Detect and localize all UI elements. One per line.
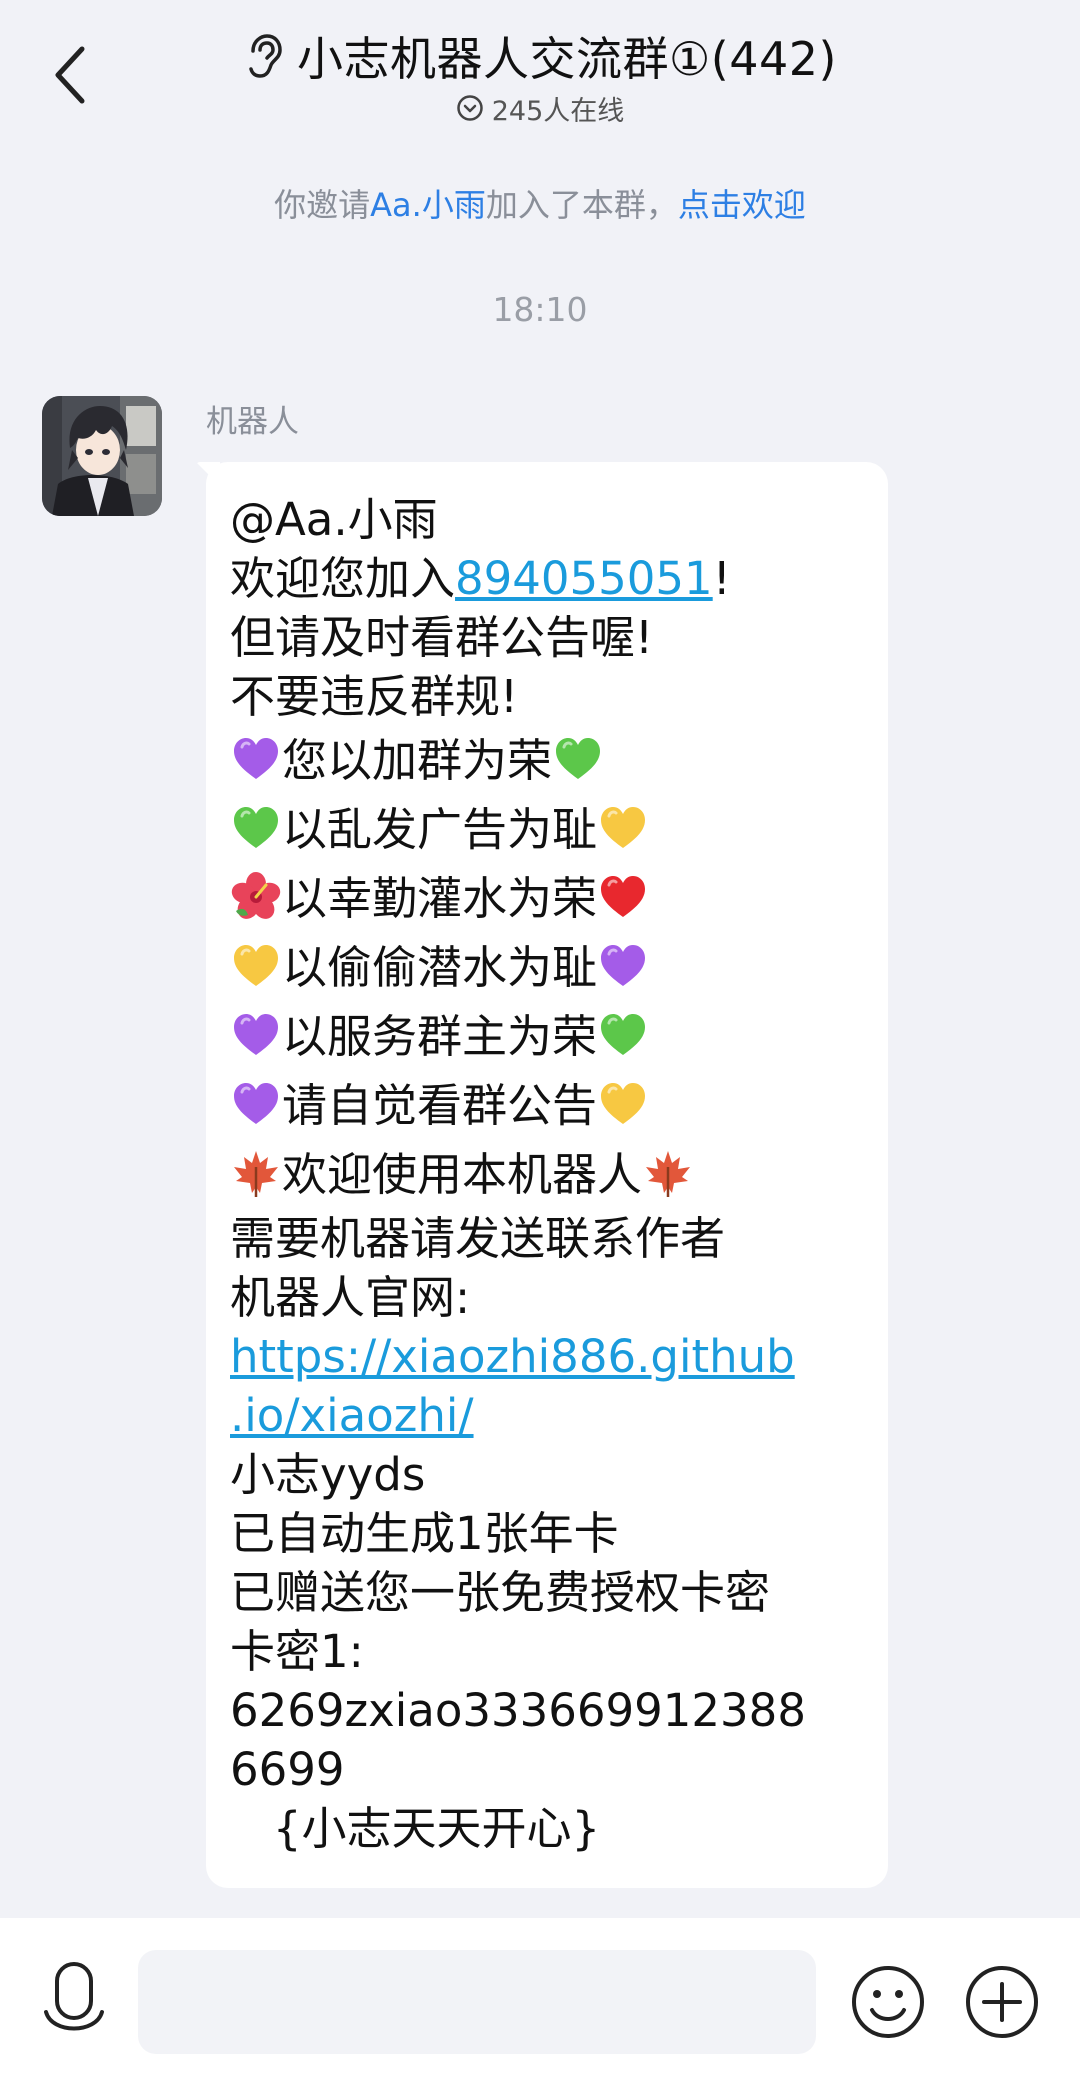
invited-user-link[interactable]: Aa.小雨 (370, 186, 486, 224)
rule-line: 您以加群为荣 (230, 726, 864, 795)
chat-header: 小志机器人交流群①(442) 245人在线 (0, 0, 1080, 150)
online-status[interactable]: 245人在线 (0, 90, 1080, 127)
rule-line: 以服务群主为荣 (230, 1002, 864, 1071)
voice-button[interactable] (36, 1960, 112, 2044)
rules-line: 不要违反群规! (230, 670, 519, 723)
card-label-line: 卡密1: (230, 1625, 364, 1678)
card-code-line: 6699 (230, 1743, 345, 1796)
message-bubble[interactable]: @Aa.小雨 欢迎您加入894055051! 但请及时看群公告喔! 不要违反群规… (206, 462, 888, 1888)
yellow-heart-icon (230, 940, 282, 992)
mention-line: @Aa.小雨 (230, 493, 438, 546)
rule-line: 以幸勤灌水为荣 (230, 864, 864, 933)
rule-text: 欢迎使用本机器人 (282, 1148, 643, 1201)
contact-line: 需要机器请发送联系作者 (230, 1212, 726, 1265)
purple-heart-icon (230, 733, 282, 785)
yyds-line: 小志yyds (230, 1448, 426, 1501)
site-label-line: 机器人官网: (230, 1271, 471, 1324)
maple-leaf-icon (642, 1147, 694, 1199)
group-number-link[interactable]: 894055051 (455, 552, 713, 605)
online-count: 245人在线 (491, 95, 625, 127)
click-welcome-link[interactable]: 点击欢迎 (678, 186, 806, 224)
rule-line: 欢迎使用本机器人 (230, 1140, 864, 1209)
site-url-part1[interactable]: https://xiaozhi886.github (230, 1330, 795, 1383)
green-heart-icon (552, 733, 604, 785)
rules-list: 您以加群为荣 以乱发广告为耻 以幸勤灌水为荣 以偷偷潜水为耻 以服务群主为荣 请… (230, 726, 864, 1209)
notice-line: 但请及时看群公告喔! (230, 611, 654, 664)
message-timestamp: 18:10 (492, 290, 588, 329)
rule-text: 以乱发广告为耻 (282, 803, 598, 856)
welcome-line: 欢迎您加入894055051! (230, 549, 864, 608)
gift-line: 已赠送您一张免费授权卡密 (230, 1566, 771, 1619)
welcome-prefix: 欢迎您加入 (230, 552, 456, 605)
purple-heart-icon (230, 1009, 282, 1061)
system-message: 你邀请Aa.小雨加入了本群，点击欢迎 (0, 180, 1080, 230)
site-url-part2[interactable]: .io/xiaozhi/ (230, 1389, 474, 1442)
plus-button[interactable] (962, 1962, 1042, 2042)
system-message-middle: 加入了本群， (485, 186, 678, 224)
maple-leaf-icon (230, 1147, 282, 1199)
rule-text: 以服务群主为荣 (282, 1010, 598, 1063)
chevron-down-circle-icon (456, 95, 483, 121)
green-heart-icon (230, 802, 282, 854)
card-code-line: 6269zxiao333669912388 (230, 1684, 806, 1737)
chat-screen: 小志机器人交流群①(442) 245人在线 你邀请Aa.小雨加入了本群，点击欢迎… (0, 0, 1080, 2085)
title-row[interactable]: 小志机器人交流群①(442) (0, 24, 1080, 88)
green-heart-icon (597, 1009, 649, 1061)
sender-name: 机器人 (206, 404, 299, 440)
message-input[interactable] (138, 1950, 816, 2054)
closing-line: {小志天天开心} (230, 1802, 601, 1855)
rule-text: 以偷偷潜水为耻 (282, 941, 598, 994)
welcome-suffix: ! (712, 552, 731, 605)
generated-line: 已自动生成1张年卡 (230, 1507, 619, 1560)
red-heart-icon (597, 871, 649, 923)
rule-text: 以幸勤灌水为荣 (282, 872, 598, 925)
site-url-link[interactable]: https://xiaozhi886.github (230, 1327, 864, 1386)
ear-icon (243, 34, 283, 78)
plus-circle-icon (966, 1966, 1038, 2038)
page-title: 小志机器人交流群①(442) (297, 32, 837, 86)
hibiscus-icon (230, 871, 282, 923)
rule-line: 请自觉看群公告 (230, 1071, 864, 1140)
avatar[interactable] (42, 396, 162, 516)
rule-text: 您以加群为荣 (282, 734, 553, 787)
input-bar (0, 1918, 1080, 2085)
system-message-prefix: 你邀请 (274, 186, 371, 224)
site-url-link[interactable]: .io/xiaozhi/ (230, 1386, 864, 1445)
smiley-icon (852, 1966, 924, 2038)
purple-heart-icon (230, 1078, 282, 1130)
purple-heart-icon (597, 940, 649, 992)
yellow-heart-icon (597, 802, 649, 854)
emoji-button[interactable] (848, 1962, 928, 2042)
rule-line: 以偷偷潜水为耻 (230, 933, 864, 1002)
microphone-icon (44, 1962, 104, 2031)
rule-line: 以乱发广告为耻 (230, 795, 864, 864)
yellow-heart-icon (597, 1078, 649, 1130)
rule-text: 请自觉看群公告 (282, 1079, 598, 1132)
